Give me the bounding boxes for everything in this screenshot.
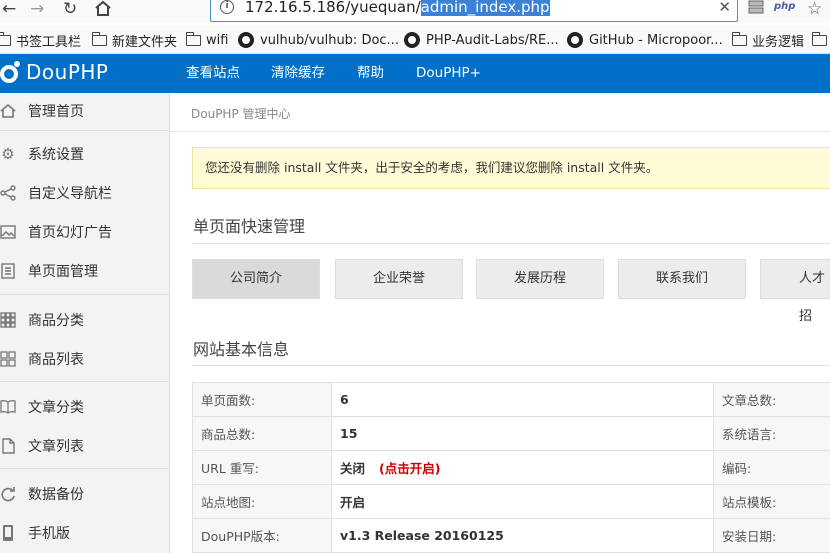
logo-mark-icon	[0, 61, 22, 83]
github-icon	[238, 32, 254, 48]
home-icon	[0, 103, 16, 119]
nav-view-site[interactable]: 查看站点	[186, 54, 240, 93]
mobile-icon	[0, 525, 16, 541]
sidebar-item-article-list[interactable]: 文章列表	[0, 428, 170, 464]
row-label: 文章总数:	[713, 382, 830, 417]
row-label: 编码:	[713, 450, 830, 485]
folder-icon	[0, 31, 11, 46]
back-icon[interactable]: ←	[2, 0, 16, 18]
row-label: 系统语言:	[713, 416, 830, 451]
sidebar-divider	[0, 130, 170, 131]
bookmark-item[interactable]: vulhub/vulhub: Doc...	[238, 30, 399, 50]
row-label: 单页面数:	[192, 382, 332, 417]
sidebar-item-product-list[interactable]: 商品列表	[0, 341, 170, 377]
nav-clear-cache[interactable]: 清除缓存	[271, 54, 325, 93]
backup-icon	[0, 486, 16, 502]
row-label: 商品总数:	[192, 416, 332, 451]
grid-icon	[0, 312, 16, 328]
folder-icon	[731, 31, 747, 46]
quick-button-careers[interactable]: 人才招	[760, 259, 830, 324]
quick-button-honors[interactable]: 企业荣誉	[335, 259, 463, 299]
folder-icon	[91, 31, 107, 46]
sidebar-item-nav[interactable]: 自定义导航栏	[0, 175, 170, 211]
sidebar-item-home[interactable]: 管理首页	[0, 93, 170, 129]
enable-rewrite-link[interactable]: (点击开启)	[379, 461, 440, 476]
github-icon	[567, 32, 583, 48]
install-warning-alert: 您还没有删除 install 文件夹，出于安全的考虑，我们建议您删除 insta…	[192, 147, 830, 189]
table-row: 站点地图: 开启 站点模板:	[192, 484, 830, 519]
folder-icon	[811, 31, 827, 46]
sidebar-item-settings[interactable]: ⚙ 系统设置	[0, 136, 170, 172]
close-icon[interactable]: ✕	[718, 0, 731, 16]
bookmark-item[interactable]	[811, 30, 830, 50]
sidebar-item-pages[interactable]: 单页面管理	[0, 253, 170, 289]
bookmark-item[interactable]: 书签工具栏	[0, 30, 81, 50]
divider	[192, 365, 830, 366]
sidebar-item-mobile[interactable]: 手机版	[0, 515, 170, 551]
nav-help[interactable]: 帮助	[357, 54, 384, 93]
quick-button-company-intro[interactable]: 公司简介	[192, 259, 320, 299]
row-value: 6	[331, 382, 714, 417]
sidebar-divider	[0, 381, 170, 382]
divider	[170, 131, 830, 132]
folder-icon	[185, 31, 201, 46]
book-icon	[0, 399, 16, 415]
row-value: v1.3 Release 20160125	[331, 518, 714, 553]
reload-icon[interactable]: ↻	[63, 0, 77, 18]
bookmark-item[interactable]: 业务逻辑	[731, 30, 804, 50]
file-icon	[0, 438, 16, 454]
grid-icon	[0, 351, 16, 367]
sidebar-divider	[0, 294, 170, 295]
url-rewrite-status: 关闭	[340, 461, 366, 476]
share-icon	[0, 185, 16, 201]
logo[interactable]: DouPHP	[0, 60, 108, 84]
home-icon[interactable]	[94, 0, 112, 21]
row-label: DouPHP版本:	[192, 518, 332, 553]
address-bar[interactable]: i 172.16.5.186/yuequan/admin_index.php ✕	[210, 0, 738, 22]
bookmark-item[interactable]: PHP-Audit-Labs/RE...	[404, 30, 559, 50]
sidebar: 管理首页 ⚙ 系统设置 自定义导航栏 首页幻灯广告 单页面管理 商品分类 商品列…	[0, 93, 170, 553]
table-row: DouPHP版本: v1.3 Release 20160125 安装日期:	[192, 518, 830, 553]
table-row: 商品总数: 15 系统语言:	[192, 416, 830, 451]
bookmarks-bar: 书签工具栏 新建文件夹 wifi vulhub/vulhub: Doc... P…	[0, 26, 830, 54]
row-label: URL 重写:	[192, 450, 332, 485]
site-info-title: 网站基本信息	[193, 340, 290, 359]
gear-icon: ⚙	[1, 145, 15, 163]
server-icon[interactable]	[748, 0, 764, 14]
quick-button-contact[interactable]: 联系我们	[618, 259, 746, 299]
bookmark-item[interactable]: GitHub - Micropoor...	[567, 30, 723, 50]
sidebar-item-article-category[interactable]: 文章分类	[0, 389, 170, 425]
bookmark-item[interactable]: 新建文件夹	[91, 30, 177, 50]
row-value: 15	[331, 416, 714, 451]
row-label: 站点模板:	[713, 484, 830, 519]
url-text[interactable]: 172.16.5.186/yuequan/admin_index.php	[245, 0, 550, 16]
github-icon	[404, 32, 420, 48]
table-row: 单页面数: 6 文章总数:	[192, 382, 830, 417]
image-icon	[0, 224, 16, 240]
main-content: DouPHP 管理中心 您还没有删除 install 文件夹，出于安全的考虑，我…	[170, 93, 830, 553]
sidebar-item-slides[interactable]: 首页幻灯广告	[0, 214, 170, 250]
nav-douphp-plus[interactable]: DouPHP+	[416, 54, 481, 93]
quick-manage-title: 单页面快速管理	[193, 217, 306, 236]
browser-toolbar: ← → ↻ i 172.16.5.186/yuequan/admin_index…	[0, 0, 830, 22]
app-header: DouPHP 查看站点 清除缓存 帮助 DouPHP+	[0, 54, 830, 93]
row-label: 站点地图:	[192, 484, 332, 519]
sidebar-item-backup[interactable]: 数据备份	[0, 476, 170, 512]
bookmark-item[interactable]: wifi	[185, 30, 228, 50]
forward-icon[interactable]: →	[30, 0, 44, 18]
sidebar-item-product-category[interactable]: 商品分类	[0, 302, 170, 338]
site-info-icon[interactable]: i	[220, 0, 234, 14]
row-value: 关闭 (点击开启)	[331, 450, 714, 485]
php-extension-icon[interactable]: php	[774, 1, 795, 12]
site-info-table: 单页面数: 6 文章总数: 商品总数: 15 系统语言: URL 重写: 关闭 (…	[192, 382, 830, 553]
star-icon[interactable]: ☆	[807, 0, 822, 19]
document-icon	[0, 263, 16, 279]
table-row: URL 重写: 关闭 (点击开启) 编码:	[192, 450, 830, 485]
sidebar-divider	[0, 468, 170, 469]
divider	[192, 243, 830, 244]
row-value: 开启	[331, 484, 714, 519]
row-label: 安装日期:	[713, 518, 830, 553]
quick-button-history[interactable]: 发展历程	[476, 259, 604, 299]
breadcrumb: DouPHP 管理中心	[191, 107, 291, 121]
